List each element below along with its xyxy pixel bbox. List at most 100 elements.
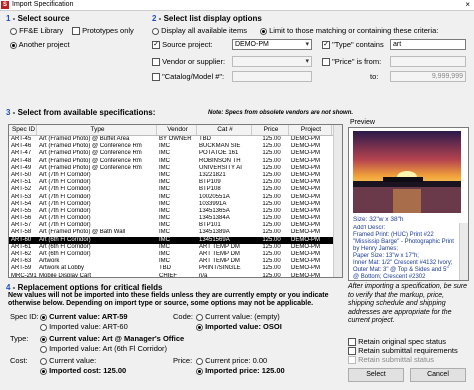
limit-criteria-radio[interactable] [260, 27, 267, 35]
app-icon: S [1, 1, 9, 9]
display-all-option[interactable]: Display all available items [152, 26, 247, 35]
code-current-option[interactable]: Current value: (empty) [196, 312, 280, 321]
price-from-input[interactable] [390, 56, 466, 67]
vendor-select[interactable] [232, 56, 312, 67]
cell-spec-id: ART-54 [11, 200, 32, 207]
source-project-select[interactable]: DEMO-PM [232, 39, 312, 50]
retain-submittal-status-option[interactable]: Retain submittal status [348, 355, 434, 365]
type-field-label: Type: [10, 334, 29, 343]
catalog-input[interactable] [232, 71, 312, 82]
cell-spec-id: ART-57 [11, 222, 32, 229]
catalog-checkbox[interactable] [152, 73, 160, 82]
price-current-radio[interactable] [196, 357, 203, 365]
cell-type: Artwork [39, 258, 60, 265]
obsolete-vendors-note: Note: Specs from obsolete vendors are no… [208, 110, 354, 116]
cell-spec-id: ART-58 [11, 229, 32, 236]
type-contains-option[interactable]: ✓ "Type" contains [322, 40, 384, 50]
table-row[interactable]: ART-54 Art (7th Fl Corridor) IMC 1033991A 12… [9, 201, 342, 208]
source-project-checkbox[interactable]: ✓ [152, 41, 160, 50]
preview-scrollbar[interactable] [459, 223, 468, 280]
specid-imported-radio[interactable] [40, 323, 47, 331]
specid-label: Spec ID: [10, 312, 39, 321]
cell-cat: POTATOE 161 [199, 150, 239, 157]
specid-current-radio[interactable] [40, 313, 47, 321]
type-contains-checkbox[interactable]: ✓ [322, 41, 330, 50]
source-another-radio[interactable] [10, 41, 17, 49]
cost-imported-option[interactable]: Imported cost: 125.00 [40, 366, 126, 375]
col-project[interactable]: Project [289, 125, 332, 135]
type-imported-radio[interactable] [40, 345, 47, 353]
table-row[interactable]: ART-46 Art (Framed Photo) @ Conference Rm… [9, 143, 342, 150]
cost-current-radio[interactable] [40, 357, 47, 365]
source-ffe-option[interactable]: FF&E Library [10, 26, 63, 35]
price-imported-option[interactable]: Imported price: 125.00 [196, 366, 285, 375]
table-row[interactable]: ART-50 Art (7th Fl Corridor) IMC 13221821 12… [9, 172, 342, 179]
display-all-radio[interactable] [152, 27, 159, 35]
cost-imported-radio[interactable] [40, 367, 47, 375]
limit-criteria-option[interactable]: Limit to those matching or containing th… [260, 26, 438, 35]
type-current-option[interactable]: Current value: Art @ Manager's Office [40, 334, 184, 343]
close-icon[interactable]: × [465, 0, 470, 10]
table-row[interactable]: ART-58 Art (Framed Photo) @ Bath Wall IMC 1… [9, 229, 342, 236]
retain-status-checkbox[interactable] [348, 338, 356, 347]
retain-status-option[interactable]: Retain original spec status [348, 337, 446, 347]
cell-type: Mobile Display Cart [39, 272, 92, 278]
col-spec-id[interactable]: Spec ID [9, 125, 37, 135]
retain-submittal-status-checkbox[interactable] [348, 356, 356, 365]
table-row[interactable]: ART-59 Artwork at Lobby TBD PRINT/SINGLE 125… [9, 265, 342, 272]
source-project-option[interactable]: ✓ Source project: [152, 40, 213, 50]
col-vendor[interactable]: Vendor [157, 125, 197, 135]
prototypes-only-checkbox[interactable] [72, 27, 80, 36]
price-imported-radio[interactable] [196, 367, 203, 375]
code-imported-option[interactable]: Imported value: OSOI [196, 322, 282, 331]
cost-current-option[interactable]: Current value: [40, 356, 96, 365]
vendor-checkbox[interactable] [152, 58, 160, 67]
cell-price: 125.00 [262, 193, 281, 200]
cell-price: 125.00 [262, 143, 281, 150]
col-type[interactable]: Type [37, 125, 157, 135]
table-row[interactable]: ART-55 Art (7th Fl Corridor) IMC 13451365A 1… [9, 208, 342, 215]
type-imported-option[interactable]: Imported value: Art (6th Fl Corridor) [40, 344, 167, 353]
col-price[interactable]: Price [252, 125, 289, 135]
select-button[interactable]: Select [348, 368, 404, 382]
spec-table-scrollbar[interactable] [333, 125, 342, 277]
retain-submittal-option[interactable]: Retain submittal requirements [348, 346, 458, 356]
source-ffe-radio[interactable] [10, 27, 17, 35]
source-another-option[interactable]: Another project [10, 40, 70, 49]
cell-vendor: IMC [159, 143, 170, 150]
price-range-option[interactable]: "Price" is from: [322, 57, 381, 67]
cell-project: DEMO-PM [291, 186, 320, 193]
price-range-checkbox[interactable] [322, 58, 330, 67]
table-row[interactable]: ART-47 Art (Framed Photo) @ Conference Rm… [9, 150, 342, 157]
retain-submittal-checkbox[interactable] [348, 347, 356, 356]
cell-project: DEMO-PM [291, 243, 320, 250]
catalog-option[interactable]: "Catalog/Model #": [152, 72, 224, 82]
table-row[interactable]: ART-51 Art (7th Fl Corridor) IMC BTP109 125.… [9, 179, 342, 186]
code-current-radio[interactable] [196, 313, 203, 321]
table-row[interactable]: ART-49 Art (Framed Photo) @ Conference Rm… [9, 165, 342, 172]
table-row[interactable]: ART-56 Art (7th Fl Corridor) IMC 13451384A 1… [9, 215, 342, 222]
table-row[interactable]: ART-62 Art (6th Fl Corridor) IMC ART TEMP D… [9, 251, 342, 258]
table-row[interactable]: ART-52 Art (7th Fl Corridor) IMC BTP108 125.… [9, 186, 342, 193]
table-row[interactable]: ART-63 Artwork IMC ART TEMP DM 125.00 DEMO-PM [9, 258, 342, 265]
price-current-option[interactable]: Current price: 0.00 [196, 356, 267, 365]
specid-imported-option[interactable]: Imported value: ART-60 [40, 322, 128, 331]
table-row[interactable]: ART-53 Art (7th Fl Corridor) IMC 10020551A 1… [9, 194, 342, 201]
price-to-input[interactable]: 9,999,999 [390, 71, 466, 82]
type-contains-input[interactable]: art [390, 39, 466, 50]
prototypes-only-option[interactable]: Prototypes only [72, 26, 134, 36]
table-row[interactable]: ART-48 Art (Framed Photo) @ Conference Rm… [9, 158, 342, 165]
table-row[interactable]: ART-57 Art (7th Fl Corridor) IMC BTP101 125.… [9, 222, 342, 229]
table-row[interactable]: ART-61 Art (6th Fl Corridor) IMC ART TEMP D… [9, 244, 342, 251]
vendor-option[interactable]: Vendor or supplier: [152, 57, 225, 67]
section2-heading: 2 - Select list display options [152, 14, 262, 23]
col-cat[interactable]: Cat # [197, 125, 252, 135]
cancel-button[interactable]: Cancel [410, 368, 466, 382]
table-row[interactable]: ART-45 Art (Framed Photo) @ Buffet Area BY… [9, 136, 342, 143]
table-row[interactable]: ART-60 Art (6th Fl Corridor) IMC 13451569A 1… [9, 236, 342, 244]
specid-current-option[interactable]: Current value: ART-59 [40, 312, 128, 321]
spec-table[interactable]: Spec ID Type Vendor Cat # Price Project … [8, 124, 343, 278]
type-current-radio[interactable] [40, 335, 47, 343]
code-imported-radio[interactable] [196, 323, 203, 331]
table-row[interactable]: MRC-291 Mobile Display Cart CHIEF n/a 125.00… [9, 272, 342, 278]
